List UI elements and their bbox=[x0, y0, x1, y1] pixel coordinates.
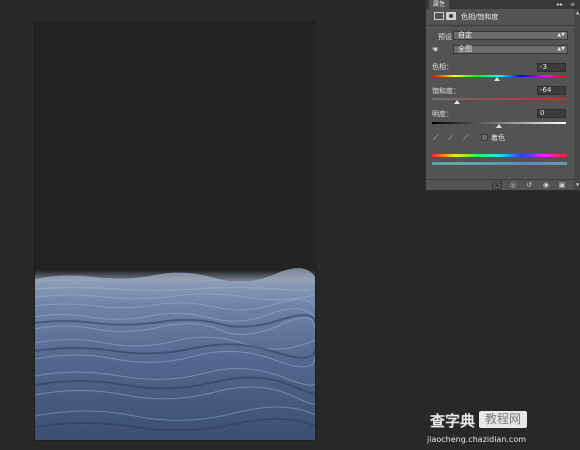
saturation-slider-track[interactable] bbox=[432, 98, 566, 100]
properties-panel: 属性 ▸▸ ≡ 色相/饱和度 预设： 自定 ▲▼ ☚ 全图 ▲▼ 色相： 饱和度… bbox=[425, 0, 580, 191]
hue-label: 色相： bbox=[432, 63, 453, 71]
clip-to-layer-icon[interactable]: ⬚ bbox=[492, 181, 502, 190]
layer-mask-icon[interactable] bbox=[446, 12, 456, 20]
lightness-label: 明度： bbox=[432, 110, 453, 118]
scroll-down-icon[interactable]: ▼ bbox=[574, 182, 580, 188]
watermark-badge: 教程网 bbox=[479, 411, 528, 428]
divider bbox=[426, 25, 574, 26]
saturation-slider-thumb[interactable] bbox=[454, 100, 460, 104]
colorize-label: 着色 bbox=[491, 134, 505, 142]
watermark-main: 查字典 bbox=[430, 412, 476, 430]
visibility-icon[interactable]: ◉ bbox=[541, 181, 551, 190]
eyedropper-plus-icon[interactable]: ⟋ bbox=[448, 133, 454, 143]
watermark-url: jiaocheng.chazidian.com bbox=[427, 435, 527, 444]
chevron-down-icon: ▲▼ bbox=[557, 46, 565, 52]
tab-properties[interactable]: 属性 bbox=[429, 0, 450, 9]
panel-scrollbar[interactable]: ▲ ▼ bbox=[574, 9, 580, 190]
scroll-up-icon[interactable]: ▲ bbox=[574, 10, 580, 16]
saturation-label: 饱和度： bbox=[432, 87, 460, 95]
document-canvas[interactable] bbox=[35, 23, 315, 440]
view-previous-icon[interactable]: ◎ bbox=[508, 181, 518, 190]
range-select[interactable]: 全图 ▲▼ bbox=[453, 45, 568, 54]
collapse-icon[interactable]: ▸▸ bbox=[557, 0, 563, 9]
hue-slider-thumb[interactable] bbox=[494, 77, 500, 81]
panel-menu-icon[interactable]: ≡ bbox=[570, 0, 575, 9]
eyedropper-minus-icon[interactable]: ⟋ bbox=[463, 133, 469, 143]
lightness-value-field[interactable]: 0 bbox=[537, 109, 566, 118]
reset-icon[interactable]: ↺ bbox=[524, 181, 534, 190]
panel-footer: ⬚ ◎ ↺ ◉ ▣ bbox=[426, 179, 574, 191]
hue-value-field[interactable]: -3 bbox=[537, 63, 566, 72]
input-color-bar bbox=[432, 154, 567, 157]
eyedropper-icon[interactable]: ⟋ bbox=[433, 133, 439, 143]
lightness-slider-thumb[interactable] bbox=[496, 124, 502, 128]
panel-title: 色相/饱和度 bbox=[461, 13, 499, 21]
sea-photo bbox=[35, 268, 315, 440]
saturation-value-field[interactable]: -64 bbox=[537, 86, 566, 95]
chevron-down-icon: ▲▼ bbox=[557, 32, 565, 38]
targeted-adjustment-hand-icon[interactable]: ☚ bbox=[431, 45, 438, 54]
adjustment-layer-icon bbox=[434, 12, 444, 20]
output-color-bar bbox=[432, 162, 567, 165]
delete-icon[interactable]: ▣ bbox=[557, 181, 567, 190]
preset-select[interactable]: 自定 ▲▼ bbox=[453, 31, 568, 40]
panel-tab-bar: 属性 ▸▸ ≡ bbox=[426, 0, 580, 9]
preset-value: 自定 bbox=[458, 31, 472, 39]
colorize-checkbox[interactable] bbox=[481, 134, 488, 141]
range-value: 全图 bbox=[458, 45, 472, 53]
